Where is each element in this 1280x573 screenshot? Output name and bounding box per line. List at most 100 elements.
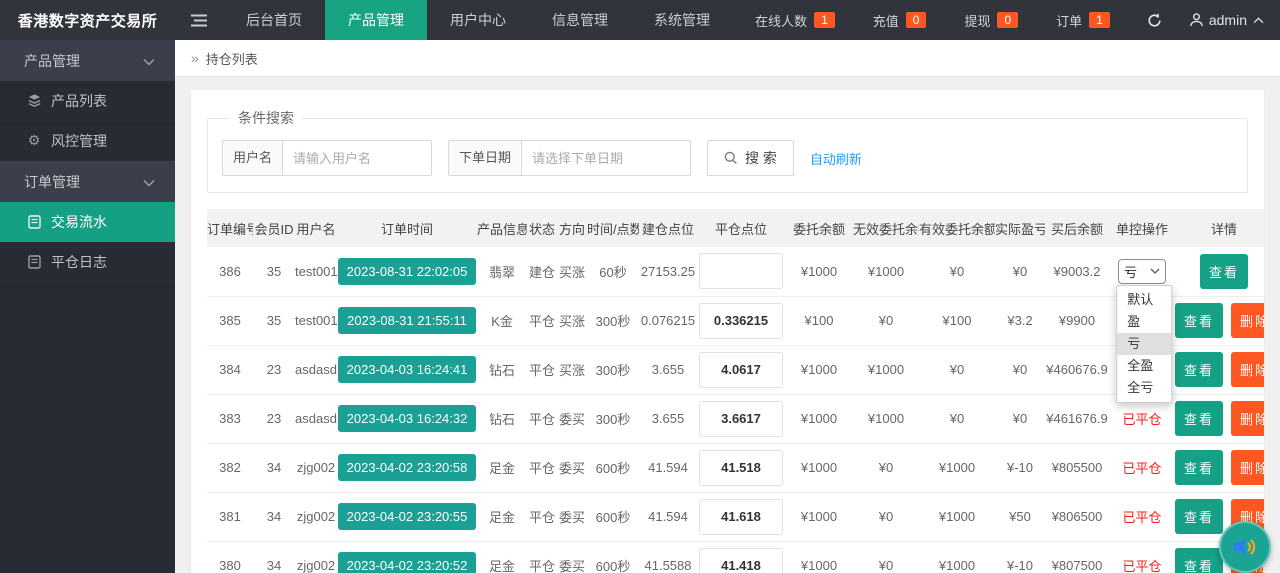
status-cell: 建仓 — [527, 247, 557, 296]
sidebar-item-close-log[interactable]: 平仓日志 — [0, 242, 175, 282]
order-date-input[interactable] — [521, 140, 691, 176]
table-header-cell: 有效委托余额 — [919, 209, 995, 247]
invalid-entrust-cell: ¥1000 — [853, 247, 919, 296]
stat-online-users[interactable]: 在线人数 1 — [736, 11, 854, 30]
status-cell: 平仓 — [527, 443, 557, 492]
sidebar-item-trade-flow[interactable]: 交易流水 — [0, 202, 175, 242]
invalid-entrust-cell: ¥0 — [853, 541, 919, 573]
stat-orders[interactable]: 订单 1 — [1037, 11, 1129, 30]
view-button[interactable]: 查看 — [1175, 401, 1223, 436]
menu-toggle-icon[interactable] — [175, 0, 223, 40]
username-input[interactable] — [282, 140, 432, 176]
sound-notification-button[interactable] — [1219, 521, 1271, 573]
breadcrumb-symbol: » — [191, 50, 199, 66]
auto-refresh-link[interactable]: 自动刷新 — [810, 149, 862, 168]
member-id-cell: 35 — [253, 296, 295, 345]
sidebar-group-orders[interactable]: 订单管理 — [0, 161, 175, 202]
username-cell: test001 — [295, 247, 337, 296]
sidebar-item-label: 交易流水 — [51, 212, 107, 232]
open-point-cell: 3.655 — [639, 394, 697, 443]
duration-cell: 300秒 — [587, 345, 639, 394]
breadcrumb: » 持仓列表 — [175, 40, 1280, 77]
profit-cell: ¥-10 — [995, 541, 1045, 573]
chevron-up-icon — [1253, 17, 1264, 24]
control-status-label: 已平仓 — [1122, 461, 1161, 476]
delete-button[interactable]: 删除 — [1231, 401, 1264, 436]
stat-count-badge: 0 — [906, 12, 927, 28]
user-menu[interactable]: admin — [1180, 12, 1280, 28]
username-cell: zjg002 — [295, 492, 337, 541]
refresh-button[interactable] — [1129, 13, 1180, 28]
entrust-balance-cell: ¥1000 — [785, 443, 853, 492]
direction-cell: 委买 — [557, 541, 587, 573]
nav-tab-users[interactable]: 用户中心 — [427, 0, 529, 40]
entrust-balance-cell: ¥1000 — [785, 345, 853, 394]
table-header-cell: 订单编号 — [207, 209, 253, 247]
dropdown-option[interactable]: 默认 — [1117, 289, 1171, 311]
table-header-cell: 平仓点位 — [697, 209, 785, 247]
sidebar-item-risk-management[interactable]: ⚙ 风控管理 — [0, 121, 175, 161]
close-point-input[interactable] — [699, 352, 783, 388]
close-point-input[interactable] — [699, 450, 783, 486]
control-cell: 已平仓 — [1109, 492, 1175, 541]
close-point-input[interactable] — [699, 548, 783, 573]
sidebar-item-label: 风控管理 — [51, 131, 107, 151]
control-cell: 已平仓 — [1109, 541, 1175, 573]
main-nav-tabs: 后台首页 产品管理 用户中心 信息管理 系统管理 — [223, 0, 733, 40]
stat-withdrawals[interactable]: 提现 0 — [945, 11, 1037, 30]
close-point-input[interactable] — [699, 303, 783, 339]
valid-entrust-cell: ¥1000 — [919, 541, 995, 573]
brand-title: 香港数字资产交易所 — [0, 0, 175, 40]
view-button[interactable]: 查看 — [1175, 450, 1223, 485]
order-time-cell: 2023-04-03 16:24:41 — [337, 345, 477, 394]
stat-count-badge: 0 — [997, 12, 1018, 28]
duration-cell: 300秒 — [587, 296, 639, 345]
duration-cell: 600秒 — [587, 443, 639, 492]
dropdown-option[interactable]: 全盈 — [1117, 355, 1171, 377]
delete-button[interactable]: 删除 — [1231, 450, 1264, 485]
search-icon — [724, 151, 738, 165]
sidebar-item-product-list[interactable]: 产品列表 — [0, 81, 175, 121]
nav-tab-products[interactable]: 产品管理 — [325, 0, 427, 40]
dropdown-option[interactable]: 盈 — [1117, 311, 1171, 333]
detail-cell: 查看删除 — [1175, 296, 1264, 345]
view-button[interactable]: 查看 — [1175, 499, 1223, 534]
open-point-cell: 3.655 — [639, 345, 697, 394]
close-point-input[interactable] — [699, 253, 783, 289]
table-header-cell: 订单时间 — [337, 209, 477, 247]
delete-button[interactable]: 删除 — [1231, 303, 1264, 338]
view-button[interactable]: 查看 — [1175, 352, 1223, 387]
dropdown-option[interactable]: 全亏 — [1117, 377, 1171, 399]
sidebar-group-products[interactable]: 产品管理 — [0, 40, 175, 81]
dropdown-option[interactable]: 亏 — [1117, 333, 1171, 355]
table-header-cell: 用户名 — [295, 209, 337, 247]
order-date-input-group: 下单日期 — [448, 140, 691, 176]
order-time-badge: 2023-04-03 16:24:41 — [338, 356, 477, 383]
delete-button[interactable]: 删除 — [1231, 352, 1264, 387]
table-header-cell: 时间/点数 — [587, 209, 639, 247]
view-button[interactable]: 查看 — [1200, 254, 1248, 289]
table-header-cell: 实际盈亏 — [995, 209, 1045, 247]
order-date-label: 下单日期 — [448, 140, 521, 176]
stat-deposits[interactable]: 充值 0 — [854, 11, 946, 30]
view-button[interactable]: 查看 — [1175, 303, 1223, 338]
close-point-input[interactable] — [699, 499, 783, 535]
order-control-select[interactable]: 亏 — [1118, 259, 1166, 284]
member-id-cell: 34 — [253, 443, 295, 492]
profit-cell: ¥-10 — [995, 443, 1045, 492]
status-cell: 平仓 — [527, 394, 557, 443]
view-button[interactable]: 查看 — [1175, 548, 1223, 573]
close-point-input[interactable] — [699, 401, 783, 437]
table-header-cell: 委托余额 — [785, 209, 853, 247]
nav-tab-home[interactable]: 后台首页 — [223, 0, 325, 40]
open-point-cell: 27153.25 — [639, 247, 697, 296]
order-time-badge: 2023-08-31 22:02:05 — [338, 258, 477, 285]
chevron-down-icon — [143, 174, 155, 190]
after-balance-cell: ¥9900 — [1045, 296, 1109, 345]
nav-tab-info[interactable]: 信息管理 — [529, 0, 631, 40]
order-time-cell: 2023-04-03 16:24:32 — [337, 394, 477, 443]
nav-tab-system[interactable]: 系统管理 — [631, 0, 733, 40]
search-button[interactable]: 搜 索 — [707, 140, 794, 176]
order-id-cell: 384 — [207, 345, 253, 394]
document-icon — [26, 215, 42, 229]
